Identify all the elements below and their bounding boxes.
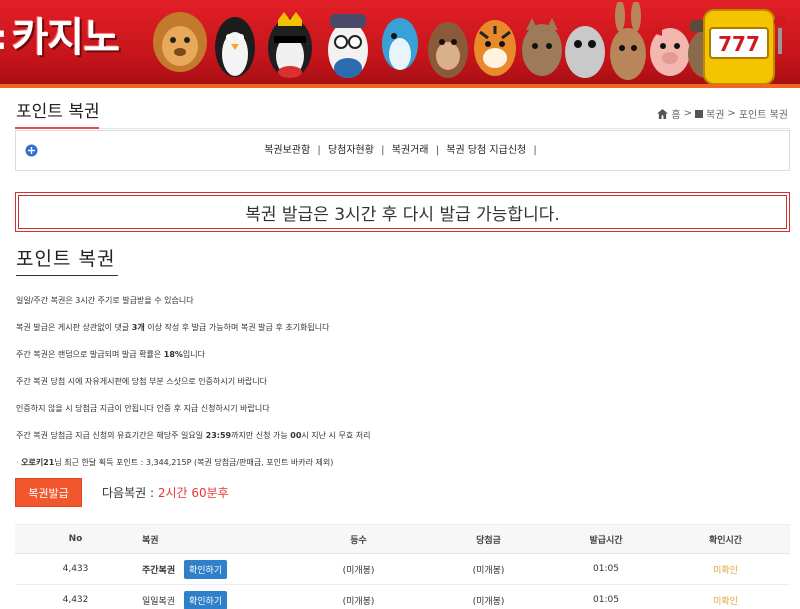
- cell-lottery: 주간복권 확인하기: [136, 553, 291, 585]
- square-icon: [695, 109, 704, 118]
- submenu-item-lottery-box[interactable]: 복권보관함: [264, 145, 310, 156]
- info-emphasis: 00: [290, 431, 302, 440]
- info-text: 일일/주간 복권은 3시간 주기로 발급받을 수 있습니다: [16, 296, 194, 305]
- info-line: 주간 복권 당첨 시에 자유게시판에 당첨 부분 스샷으로 인증하시기 바랍니다: [16, 376, 267, 387]
- cooldown-notice: 복권 발급은 3시간 후 다시 발급 가능합니다.: [15, 192, 790, 232]
- cell-checked-status: 미확인: [661, 553, 790, 585]
- slot-machine-illustration: 777: [703, 9, 786, 84]
- monthly-points-summary: · 오로키21님 최근 한달 획득 포인트 : 3,344,215P (복권 당…: [16, 457, 333, 468]
- cell-checked-status: 미확인: [661, 584, 790, 609]
- brand-prefix: :: [0, 21, 8, 55]
- next-lottery-label: 다음복권 :: [102, 486, 158, 500]
- cell-no: 4,433: [15, 553, 136, 585]
- info-text: 시 지난 시 무효 처리: [301, 431, 371, 440]
- issue-lottery-button[interactable]: 복권발급: [15, 478, 82, 507]
- cell-prize: (미개봉): [426, 584, 551, 609]
- home-icon: [657, 108, 669, 119]
- banner-stripe: [0, 84, 800, 88]
- section-title-underline: [16, 275, 118, 276]
- next-lottery-timer: 다음복권 : 2시간 60분후: [102, 484, 229, 501]
- info-emphasis: 18%: [163, 350, 183, 359]
- cell-no: 4,432: [15, 584, 136, 609]
- section-title: 포인트 복권: [16, 248, 116, 270]
- lottery-kind: 주간복권: [142, 565, 176, 576]
- submenu-separator: |: [435, 145, 440, 156]
- cell-lottery: 일일복권 확인하기: [136, 584, 291, 609]
- confirm-button[interactable]: 확인하기: [184, 590, 228, 609]
- column-header-lottery: 복권: [136, 524, 291, 554]
- brand-text: 카지노: [11, 15, 120, 61]
- info-line: 인증하지 않을 시 당첨금 지급이 안됩니다 인증 후 지급 신청하시기 바랍니…: [16, 403, 270, 414]
- info-text: 인증하지 않을 시 당첨금 지급이 안됩니다 인증 후 지급 신청하시기 바랍니…: [16, 404, 270, 413]
- cell-rank: (미개봉): [291, 584, 426, 609]
- submenu-separator: |: [533, 145, 537, 156]
- submenu-item-prize-request[interactable]: 복권 당첨 지급신청: [446, 145, 526, 156]
- info-text: 이상 작성 후 발급 가능하며 복권 발급 후 초기화됩니다: [144, 323, 330, 332]
- breadcrumb-separator: >: [727, 108, 736, 119]
- mascot-characters-illustration: [153, 2, 710, 80]
- info-text: 주간 복권은 랜덤으로 발급되며 발급 확률은: [16, 350, 164, 359]
- submenu-item-winners[interactable]: 당첨자현황: [328, 145, 374, 156]
- table-header-row: No 복권 등수 당첨금 발급시간 확인시간: [15, 524, 790, 554]
- info-line: 복권 발급은 게시판 상관없이 댓글 3개 이상 작성 후 발급 가능하며 복권…: [16, 322, 330, 333]
- brand-logo[interactable]: : 카지노: [0, 14, 120, 62]
- column-header-rank: 등수: [291, 524, 426, 554]
- column-header-no: No: [15, 524, 136, 554]
- header-divider: [15, 128, 790, 129]
- breadcrumb-home[interactable]: 홈: [671, 106, 680, 121]
- breadcrumb-separator: >: [683, 108, 693, 119]
- info-text: 주간 복권 당첨 시에 자유게시판에 당첨 부분 스샷으로 인증하시기 바랍니다: [16, 377, 268, 386]
- bullet: ·: [16, 458, 19, 467]
- confirm-button[interactable]: 확인하기: [184, 559, 228, 579]
- info-line: 일일/주간 복권은 3시간 주기로 발급받을 수 있습니다: [16, 295, 194, 306]
- info-emphasis: 23:59: [205, 431, 232, 440]
- site-banner: : 카지노: [0, 0, 800, 84]
- points-summary-text: 님 최근 한달 획득 포인트 : 3,344,215P (복권 당첨금/판매금,…: [54, 458, 334, 467]
- page-title: 포인트 복권: [16, 102, 100, 122]
- lottery-kind: 일일복권: [142, 596, 176, 607]
- breadcrumb-section[interactable]: 복권: [706, 106, 724, 121]
- slot-digits: 777: [718, 32, 760, 56]
- cell-prize: (미개봉): [426, 553, 551, 585]
- column-header-prize: 당첨금: [426, 524, 551, 554]
- info-emphasis: 3개: [131, 323, 145, 332]
- breadcrumb-current: 포인트 복권: [738, 110, 788, 121]
- breadcrumb: 홈 > 복권 > 포인트 복권: [657, 106, 788, 121]
- info-line: 주간 복권은 랜덤으로 발급되며 발급 확률은 18%입니다: [16, 349, 205, 360]
- cell-rank: (미개봉): [291, 553, 426, 585]
- table-row: 4,433 주간복권 확인하기 (미개봉) (미개봉) 01:05 미확인: [15, 553, 790, 585]
- info-text: 까지만 신청 가능: [231, 431, 291, 440]
- lottery-table: No 복권 등수 당첨금 발급시간 확인시간 4,433 주간복권 확인하기 (…: [15, 524, 790, 609]
- info-text: 주간 복권 당첨금 지급 신청의 유효기간은 해당주 일요일: [16, 431, 206, 440]
- submenu-separator: |: [381, 145, 385, 156]
- column-header-issued: 발급시간: [551, 524, 661, 554]
- username: 오로키21: [21, 458, 55, 467]
- cell-issued-time: 01:05: [551, 584, 661, 609]
- lottery-submenu: 복권보관함 | 당첨자현황 | 복권거래 | 복권 당첨 지급신청 |: [15, 130, 790, 171]
- table-row: 4,432 일일복권 확인하기 (미개봉) (미개봉) 01:05 미확인: [15, 584, 790, 609]
- info-text: 복권 발급은 게시판 상관없이 댓글: [16, 323, 132, 332]
- submenu-separator: |: [317, 145, 321, 156]
- cell-issued-time: 01:05: [551, 553, 661, 585]
- submenu-item-trade[interactable]: 복권거래: [392, 145, 429, 156]
- info-text: 입니다: [182, 350, 205, 359]
- info-line: 주간 복권 당첨금 지급 신청의 유효기간은 해당주 일요일 23:59까지만 …: [16, 430, 370, 441]
- column-header-checked: 확인시간: [661, 524, 790, 554]
- cooldown-notice-text: 복권 발급은 3시간 후 다시 발급 가능합니다.: [18, 195, 787, 229]
- submenu-links: 복권보관함 | 당첨자현황 | 복권거래 | 복권 당첨 지급신청 |: [16, 141, 789, 156]
- page-title-underline: [15, 127, 99, 129]
- next-lottery-time: 2시간 60분후: [157, 486, 229, 500]
